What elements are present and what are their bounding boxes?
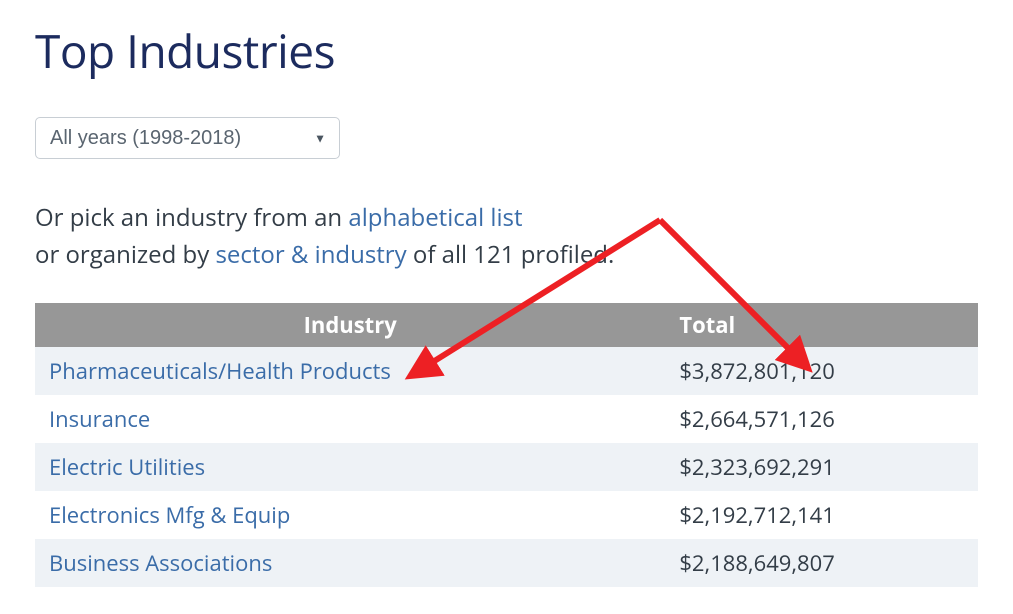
sector-industry-link[interactable]: sector & industry [215, 238, 406, 271]
industry-link[interactable]: Business Associations [49, 548, 272, 578]
table-row: Electric Utilities $2,323,692,291 [35, 443, 978, 491]
table-row: Insurance $2,664,571,126 [35, 395, 978, 443]
total-cell: $2,188,649,807 [665, 539, 978, 587]
table-row: Electronics Mfg & Equip $2,192,712,141 [35, 491, 978, 539]
table-row: Pharmaceuticals/Health Products $3,872,80… [35, 347, 978, 395]
header-total: Total [665, 303, 978, 347]
industry-link[interactable]: Electronics Mfg & Equip [49, 500, 290, 530]
industry-link[interactable]: Insurance [49, 404, 150, 434]
desc-line2-suffix: of all 121 profiled. [407, 238, 615, 271]
industry-link[interactable]: Electric Utilities [49, 452, 205, 482]
industry-cell: Pharmaceuticals/Health Products [35, 347, 665, 395]
total-cell: $2,664,571,126 [665, 395, 978, 443]
alphabetical-list-link[interactable]: alphabetical list [348, 201, 522, 234]
industry-cell: Electronics Mfg & Equip [35, 491, 665, 539]
total-cell: $3,872,801,120 [665, 347, 978, 395]
year-select-wrap: All years (1998-2018) [35, 117, 978, 159]
industry-link[interactable]: Pharmaceuticals/Health Products [49, 356, 391, 386]
description-text: Or pick an industry from an alphabetical… [35, 199, 978, 273]
page-title: Top Industries [35, 20, 978, 82]
industries-table: Industry Total Pharmaceuticals/Health Pr… [35, 303, 978, 587]
year-select[interactable]: All years (1998-2018) [35, 117, 340, 159]
industry-cell: Electric Utilities [35, 443, 665, 491]
total-cell: $2,192,712,141 [665, 491, 978, 539]
header-industry: Industry [35, 303, 665, 347]
total-cell: $2,323,692,291 [665, 443, 978, 491]
desc-line1-prefix: Or pick an industry from an [35, 201, 348, 234]
desc-line2-prefix: or organized by [35, 238, 215, 271]
industry-cell: Insurance [35, 395, 665, 443]
table-row: Business Associations $2,188,649,807 [35, 539, 978, 587]
industry-cell: Business Associations [35, 539, 665, 587]
